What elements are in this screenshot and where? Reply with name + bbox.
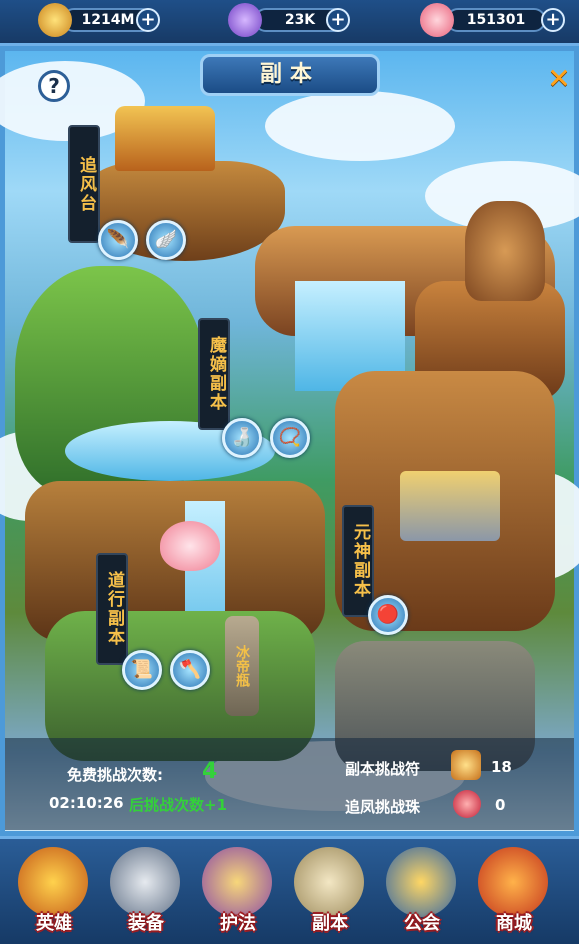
- dungeon-daoxing-banner[interactable]: 道行副本: [96, 553, 128, 665]
- peach-icon: [420, 3, 454, 37]
- peach-value: 151301: [466, 12, 526, 28]
- nav-hero[interactable]: 英雄: [10, 845, 98, 941]
- gold-ingot-icon: [38, 3, 72, 37]
- spirit-orb-icon[interactable]: 🔴: [368, 595, 408, 635]
- challenge-info-panel: 免费挑战次数: 4 02:10:26 后挑战次数+1 副本挑战符 18 追凤挑战…: [5, 738, 574, 830]
- gem-icon: [228, 3, 262, 37]
- bottom-nav: 英雄 装备 护法 副本 公会 商城: [0, 836, 579, 944]
- add-gold-button[interactable]: +: [136, 8, 160, 32]
- nav-hero-label: 英雄: [36, 913, 72, 934]
- help-button[interactable]: ?: [38, 70, 70, 102]
- nav-guardian[interactable]: 护法: [194, 845, 282, 941]
- add-gem-button[interactable]: +: [326, 8, 350, 32]
- equipment-icon: [110, 847, 180, 917]
- close-button[interactable]: ✕: [546, 65, 572, 93]
- peach-decoration: [160, 521, 220, 571]
- gem-value: 23K: [284, 12, 316, 28]
- free-challenges-label: 免费挑战次数:: [67, 766, 163, 784]
- nav-guardian-label: 护法: [220, 913, 256, 934]
- nav-dungeon[interactable]: 副本: [286, 845, 374, 941]
- nav-dungeon-label: 副本: [312, 913, 348, 934]
- page-title: 副本: [200, 54, 380, 96]
- dungeon-yuanshen-banner[interactable]: 元神副本: [342, 505, 374, 617]
- stone-sign: 冰帝瓶: [225, 616, 259, 716]
- nav-shop-label: 商城: [496, 913, 532, 934]
- token-label: 副本挑战符: [345, 760, 421, 778]
- nav-shop[interactable]: 商城: [470, 845, 558, 941]
- nav-equipment-label: 装备: [128, 913, 164, 934]
- orb-count: 0: [495, 796, 506, 814]
- resource-bar: 1214M + 23K + 151301 +: [0, 0, 579, 46]
- dungeon-modi-banner[interactable]: 魔嫡副本: [198, 318, 230, 430]
- refresh-timer-suffix: 后挑战次数+1: [129, 796, 228, 814]
- hero-icon: [18, 847, 88, 917]
- nav-guild[interactable]: 公会: [378, 845, 466, 941]
- pavilion-building: [115, 106, 215, 171]
- gourd-icon[interactable]: 🍶: [222, 418, 262, 458]
- stone-statue: [465, 201, 545, 301]
- wing-icon[interactable]: 🪽: [146, 220, 186, 260]
- bead-icon[interactable]: 📿: [270, 418, 310, 458]
- gold-value: 1214M: [81, 12, 135, 28]
- scroll-icon[interactable]: 📜: [122, 650, 162, 690]
- peach-counter: 151301: [446, 8, 546, 32]
- token-icon: [451, 750, 481, 780]
- axe-icon[interactable]: 🪓: [170, 650, 210, 690]
- orb-icon: [453, 790, 481, 818]
- free-challenges-count: 4: [202, 759, 218, 784]
- refresh-timer: 02:10:26: [49, 794, 124, 812]
- token-count: 18: [491, 758, 512, 776]
- nav-guild-label: 公会: [404, 913, 440, 934]
- guardian-icon: [202, 847, 272, 917]
- orb-label: 追凤挑战珠: [345, 798, 421, 816]
- dungeon-zhuifengtai-banner[interactable]: 追风台: [68, 125, 100, 243]
- dungeon-icon: [294, 847, 364, 917]
- guild-icon: [386, 847, 456, 917]
- shop-icon: [478, 847, 548, 917]
- feather-icon[interactable]: 🪶: [98, 220, 138, 260]
- add-peach-button[interactable]: +: [541, 8, 565, 32]
- nav-equipment[interactable]: 装备: [102, 845, 190, 941]
- castle-building: [400, 471, 500, 541]
